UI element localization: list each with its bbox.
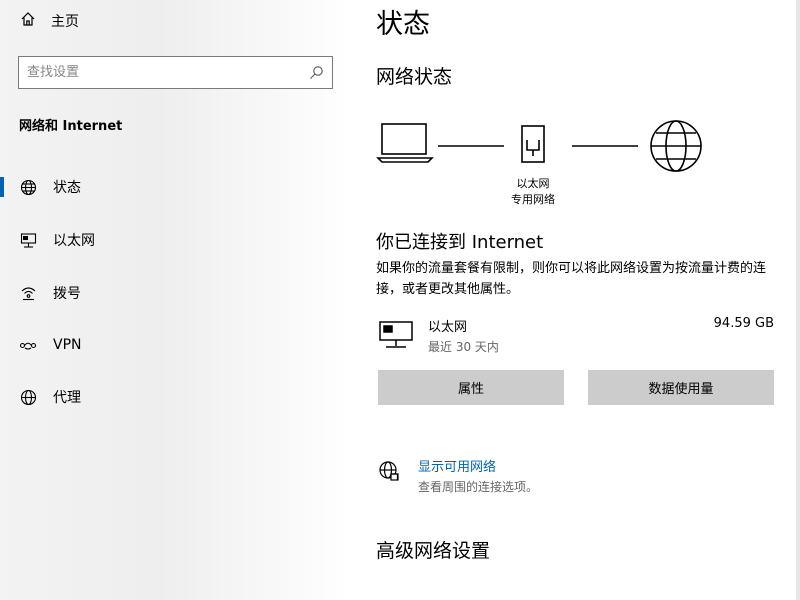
properties-button[interactable]: 属性: [378, 370, 564, 405]
proxy-globe-icon: [19, 388, 37, 406]
connected-description: 如果你的流量套餐有限制，则你可以将此网络设置为按流量计费的连接，或者更改其他属性…: [376, 261, 767, 297]
main-panel: 状态 网络状态 以太网 专用网络 你已连接到 Internet 如果你的流量套餐…: [352, 0, 800, 600]
ethernet-usage-row: 以太网 最近 30 天内 94.59 GB: [376, 316, 774, 360]
sidebar-item-label: VPN: [53, 337, 82, 353]
home-icon: [20, 11, 36, 31]
sidebar-item-ethernet[interactable]: 以太网: [0, 227, 340, 253]
scrollbar[interactable]: [796, 0, 800, 600]
laptop-icon: [376, 123, 434, 163]
sidebar-item-dialup[interactable]: 拨号: [0, 280, 340, 306]
network-diagram-graphic: [376, 120, 702, 172]
ethernet-icon: [19, 231, 37, 249]
sidebar-item-label: 代理: [53, 390, 81, 406]
internet-globe-icon: [650, 120, 702, 172]
search-icon[interactable]: [309, 65, 324, 84]
network-diagram: 以太网 专用网络: [376, 116, 706, 216]
sidebar-item-label: 拨号: [53, 286, 81, 302]
dialup-icon: [19, 284, 37, 302]
ethernet-usage: 94.59 GB: [713, 316, 774, 331]
globe-icon: [19, 178, 37, 196]
show-available-networks-link[interactable]: 显示可用网络: [418, 456, 496, 475]
sidebar: 主页 网络和 Internet 状态 以太网: [0, 0, 352, 600]
ethernet-adapter-icon: [378, 320, 414, 354]
sidebar-item-status[interactable]: 状态: [0, 174, 340, 200]
sidebar-item-label: 以太网: [53, 233, 95, 249]
page-title: 状态: [376, 9, 430, 40]
adapter-label: 以太网 专用网络: [511, 177, 555, 206]
data-usage-button[interactable]: 数据使用量: [588, 370, 774, 405]
advanced-settings-heading: 高级网络设置: [376, 540, 491, 562]
show-available-networks[interactable]: 显示可用网络 查看周围的连接选项。: [376, 456, 776, 496]
home-label: 主页: [51, 14, 79, 30]
section-title: 网络和 Internet: [19, 119, 123, 134]
home-link[interactable]: 主页: [20, 10, 79, 32]
network-status-heading: 网络状态: [376, 66, 453, 88]
search-box[interactable]: [18, 56, 333, 89]
vpn-icon: [19, 336, 37, 354]
network-adapter-icon: [521, 125, 545, 163]
ethernet-period: 最近 30 天内: [428, 340, 499, 354]
sidebar-item-label: 状态: [53, 180, 81, 196]
available-networks-icon: [378, 460, 400, 486]
show-available-networks-desc: 查看周围的连接选项。: [418, 480, 539, 494]
ethernet-name: 以太网: [428, 320, 468, 335]
sidebar-item-proxy[interactable]: 代理: [0, 384, 340, 410]
sidebar-item-vpn[interactable]: VPN: [0, 332, 340, 358]
search-input[interactable]: [19, 57, 332, 88]
cut-off-item: [376, 592, 526, 600]
connected-heading: 你已连接到 Internet: [376, 232, 544, 253]
